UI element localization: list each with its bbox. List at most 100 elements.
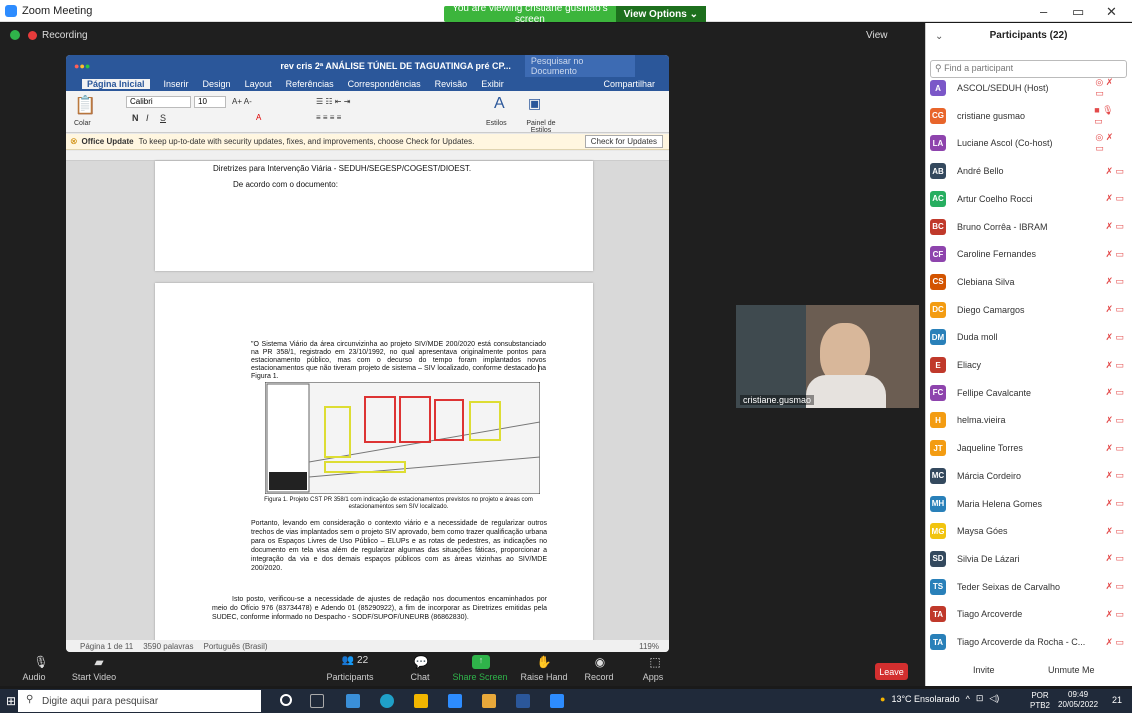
apps-button[interactable]: Apps bbox=[623, 672, 683, 682]
zoom-taskbar-icon[interactable] bbox=[448, 694, 462, 708]
participant-row[interactable]: MG Maysa Góes ✗ ▭ bbox=[930, 521, 1130, 541]
muted-microphone-icon[interactable]: ✗ ▭ bbox=[1105, 193, 1130, 204]
chat-icon[interactable]: 💬 bbox=[412, 655, 430, 669]
tab-review[interactable]: Revisão bbox=[435, 79, 468, 89]
participant-video[interactable] bbox=[736, 305, 919, 408]
audio-button[interactable]: Audio bbox=[4, 672, 64, 682]
share-button[interactable]: Compartilhar bbox=[603, 79, 655, 89]
underline-button[interactable]: S bbox=[160, 113, 166, 123]
font-size-select[interactable]: 10 bbox=[194, 96, 226, 108]
input-language[interactable]: POR PTB2 bbox=[1030, 691, 1050, 711]
volume-icon[interactable]: ◁) bbox=[989, 693, 999, 704]
tab-insert[interactable]: Inserir bbox=[164, 79, 189, 89]
notification-count[interactable]: 21 bbox=[1112, 695, 1122, 705]
participant-row[interactable]: AB André Bello ✗ ▭ bbox=[930, 161, 1130, 181]
muted-microphone-icon[interactable]: ✗ ▭ bbox=[1105, 415, 1130, 426]
muted-microphone-icon[interactable]: ◎ ✗ ▭ bbox=[1095, 132, 1130, 154]
bold-button[interactable]: N bbox=[132, 113, 139, 123]
unmute-me-button[interactable]: Unmute Me bbox=[1048, 665, 1095, 675]
muted-microphone-icon[interactable]: ✗ ▭ bbox=[1105, 221, 1130, 232]
raise-hand-button[interactable]: Raise Hand bbox=[514, 672, 574, 682]
edge-icon[interactable] bbox=[380, 694, 394, 708]
tab-design[interactable]: Design bbox=[203, 79, 231, 89]
participants-button[interactable]: Participants bbox=[320, 672, 380, 682]
word-taskbar-icon[interactable] bbox=[516, 694, 530, 708]
muted-microphone-icon[interactable]: ✗ ▭ bbox=[1105, 304, 1130, 315]
muted-microphone-icon[interactable]: ✗ ▭ bbox=[1105, 276, 1130, 287]
file-explorer-icon[interactable] bbox=[414, 694, 428, 708]
muted-microphone-icon[interactable]: ✗ ▭ bbox=[1105, 581, 1130, 592]
styles-pane-icon[interactable]: ▣ bbox=[528, 95, 541, 112]
task-view-icon[interactable] bbox=[310, 694, 324, 708]
muted-microphone-icon[interactable]: ✗ ▭ bbox=[1105, 470, 1130, 481]
share-screen-icon[interactable]: ↑ bbox=[472, 655, 490, 669]
video-off-icon[interactable]: ▰ bbox=[90, 655, 108, 669]
raise-hand-icon[interactable]: ✋ bbox=[535, 655, 553, 669]
clock[interactable]: 09:49 20/05/2022 bbox=[1058, 690, 1098, 710]
zoom-level[interactable]: 119% bbox=[639, 642, 659, 651]
participant-row[interactable]: DM Duda moll ✗ ▭ bbox=[930, 327, 1130, 347]
muted-microphone-icon[interactable]: ■ 🎙 ▭ bbox=[1094, 105, 1130, 127]
tab-home[interactable]: Página Inicial bbox=[82, 79, 150, 89]
paste-icon[interactable]: 📋 bbox=[74, 95, 96, 116]
folder-icon[interactable] bbox=[482, 694, 496, 708]
microphone-icon[interactable]: 🎙 bbox=[32, 655, 50, 669]
muted-microphone-icon[interactable]: ✗ ▭ bbox=[1105, 526, 1130, 537]
muted-microphone-icon[interactable]: ✗ ▭ bbox=[1105, 443, 1130, 454]
share-screen-button[interactable]: Share Screen bbox=[450, 672, 510, 682]
muted-microphone-icon[interactable]: ✗ ▭ bbox=[1105, 498, 1130, 509]
participant-row[interactable]: MH Maria Helena Gomes ✗ ▭ bbox=[930, 494, 1130, 514]
muted-microphone-icon[interactable]: ✗ ▭ bbox=[1105, 637, 1130, 648]
muted-microphone-icon[interactable]: ✗ ▭ bbox=[1105, 249, 1130, 260]
network-icon[interactable]: ⊡ bbox=[976, 693, 984, 704]
participant-row[interactable]: JT Jaqueline Torres ✗ ▭ bbox=[930, 438, 1130, 458]
tray-chevron-icon[interactable]: ^ bbox=[966, 694, 970, 704]
muted-microphone-icon[interactable]: ✗ ▭ bbox=[1105, 387, 1130, 398]
participant-row[interactable]: E Eliacy ✗ ▭ bbox=[930, 355, 1130, 375]
participant-row[interactable]: CS Clebiana Silva ✗ ▭ bbox=[930, 272, 1130, 292]
list-buttons[interactable]: ☰ ☷ ⇤ ⇥ bbox=[316, 97, 350, 106]
participant-search-input[interactable]: ⚲ Find a participant bbox=[930, 60, 1127, 78]
check-for-updates-button[interactable]: Check for Updates bbox=[584, 135, 663, 148]
close-button[interactable]: ✕ bbox=[1106, 4, 1117, 20]
muted-microphone-icon[interactable]: ✗ ▭ bbox=[1105, 166, 1130, 177]
participant-row[interactable]: Hhelma.vieira ✗ ▭ bbox=[930, 410, 1130, 430]
participant-row[interactable]: SD Silvia De Lázari ✗ ▭ bbox=[930, 549, 1130, 569]
participant-row[interactable]: BC Bruno Corrêa - IBRAM ✗ ▭ bbox=[930, 217, 1130, 237]
apps-icon[interactable]: ⬚ bbox=[646, 655, 664, 669]
participant-row[interactable]: LA Luciane Ascol (Co-host) ◎ ✗ ▭ bbox=[930, 132, 1130, 154]
muted-microphone-icon[interactable]: ✗ ▭ bbox=[1105, 553, 1130, 564]
italic-button[interactable]: I bbox=[146, 113, 149, 123]
restore-button[interactable]: ▭ bbox=[1072, 4, 1084, 20]
start-video-button[interactable]: Start Video bbox=[64, 672, 124, 682]
record-button[interactable]: Record bbox=[569, 672, 629, 682]
participant-row[interactable]: AC Artur Coelho Rocci ✗ ▭ bbox=[930, 189, 1130, 209]
record-icon[interactable]: ◉ bbox=[591, 655, 609, 669]
font-color-button[interactable]: A bbox=[256, 113, 261, 122]
zoom-meeting-taskbar-icon[interactable] bbox=[550, 694, 564, 708]
muted-microphone-icon[interactable]: ✗ ▭ bbox=[1105, 609, 1130, 620]
participant-row[interactable]: TS Teder Seixas de Carvalho ✗ ▭ bbox=[930, 577, 1130, 597]
muted-microphone-icon[interactable]: ✗ ▭ bbox=[1105, 332, 1130, 343]
minimize-button[interactable]: – bbox=[1040, 4, 1047, 19]
participant-row[interactable]: FC Fellipe Cavalcante ✗ ▭ bbox=[930, 383, 1130, 403]
participant-row[interactable]: CF Caroline Fernandes ✗ ▭ bbox=[930, 244, 1130, 264]
align-buttons[interactable]: ≡ ≡ ≡ ≡ bbox=[316, 113, 341, 122]
shield-icon[interactable] bbox=[10, 30, 20, 40]
participant-row[interactable]: DC Diego Camargos ✗ ▭ bbox=[930, 300, 1130, 320]
participant-row[interactable]: MC Márcia Cordeiro ✗ ▭ bbox=[930, 466, 1130, 486]
muted-microphone-icon[interactable]: ✗ ▭ bbox=[1105, 360, 1130, 371]
participant-row[interactable]: TA Tiago Arcoverde da Rocha - C... ✗ ▭ bbox=[930, 632, 1130, 652]
muted-microphone-icon[interactable]: ◎ ✗ ▭ bbox=[1095, 77, 1130, 99]
taskbar-search[interactable]: ⚲ Digite aqui para pesquisar bbox=[18, 690, 261, 712]
view-options-button[interactable]: View Options ⌄ bbox=[615, 6, 706, 22]
participant-row[interactable]: A ASCOL/SEDUH (Host) ◎ ✗ ▭ bbox=[930, 77, 1130, 99]
participant-row[interactable]: CG cristiane gusmao ■ 🎙 ▭ bbox=[930, 105, 1130, 127]
participant-row[interactable]: TA Tiago Arcoverde ✗ ▭ bbox=[930, 604, 1130, 624]
mail-icon[interactable] bbox=[346, 694, 360, 708]
view-button[interactable]: View bbox=[866, 30, 888, 41]
document-canvas[interactable]: Diretrizes para Intervenção Viária - SED… bbox=[66, 161, 669, 643]
tab-references[interactable]: Referências bbox=[286, 79, 334, 89]
font-name-select[interactable]: Calibri bbox=[126, 96, 191, 108]
weather-text[interactable]: 13°C Ensolarado bbox=[891, 694, 959, 704]
